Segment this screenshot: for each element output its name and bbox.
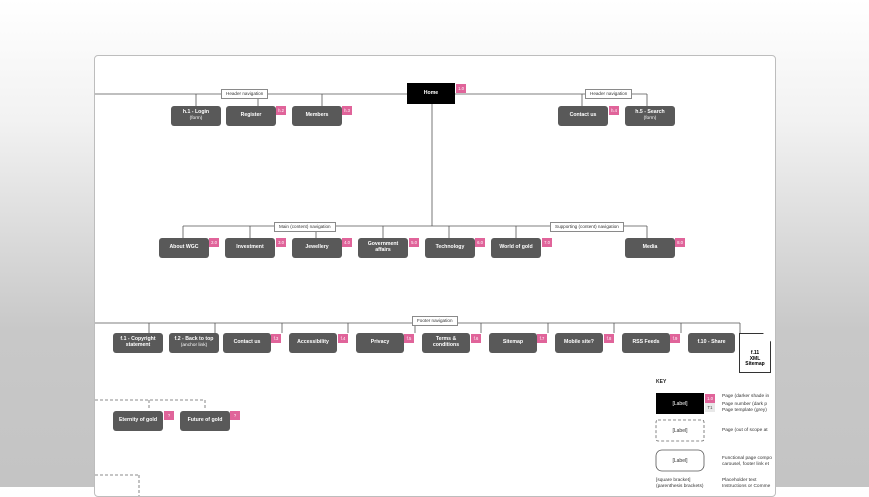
eternity-badge: ? — [164, 411, 174, 420]
node-title: World of gold — [499, 244, 533, 251]
node-title: Technology — [435, 244, 465, 251]
node-title: Contact us — [569, 112, 597, 119]
footer-node-copyright[interactable]: f.1 - Copyright statement — [113, 333, 163, 353]
supporting-nav-label: Supporting (content) navigation — [550, 222, 624, 232]
key-desc-line: Page template (grey) — [722, 407, 767, 413]
main-node-media[interactable]: Media — [625, 238, 675, 258]
node-title: RSS Feeds — [632, 339, 660, 346]
search-node[interactable]: h.5 - Search (form) — [625, 106, 675, 126]
node-title-line2: statement — [125, 342, 151, 348]
main-badge-government: 5.0 — [409, 238, 419, 247]
register-node[interactable]: Register — [226, 106, 276, 126]
footer-node-sitemap[interactable]: Sitemap — [489, 333, 537, 353]
footer-node-rss[interactable]: RSS Feeds — [622, 333, 670, 353]
main-node-investment[interactable]: Investment — [225, 238, 275, 258]
footer-node-back-to-top[interactable]: f.2 - Back to top (anchor link) — [169, 333, 219, 353]
future-of-gold-node[interactable]: Future of gold — [180, 411, 230, 431]
footer-badge-terms: f.6 — [471, 334, 481, 343]
main-node-technology[interactable]: Technology — [425, 238, 475, 258]
home-node[interactable]: Home — [407, 83, 455, 104]
node-title: Future of gold — [187, 417, 223, 424]
key-desc-page: Page (darker shade in Page number (dark … — [722, 394, 769, 414]
sitemap-line3: Sitemap — [745, 361, 765, 368]
footer-badge-privacy: f.5 — [404, 334, 414, 343]
node-title-line2: conditions — [432, 342, 460, 348]
header-nav-label-left: Header navigation — [221, 89, 269, 99]
node-title: Eternity of gold — [118, 417, 158, 424]
register-badge: h.2 — [276, 106, 286, 115]
header-nav-label-right: Header navigation — [585, 89, 633, 99]
node-subtitle: (form) — [189, 116, 203, 122]
home-label: Home — [423, 89, 439, 96]
footer-badge-rss: f.9 — [670, 334, 680, 343]
node-title: f.10 - Share — [697, 339, 726, 346]
main-badge-world-of-gold: 7.0 — [542, 238, 552, 247]
node-title: Privacy — [370, 339, 390, 346]
key-desc-out-of-scope: Page (out of scope at — [722, 428, 768, 434]
node-title: Accessibility — [297, 339, 329, 346]
key-desc-line: carousel, footer link et — [722, 461, 769, 467]
login-node[interactable]: h.1 - Login (form) — [171, 106, 221, 126]
main-badge-investment: 3.0 — [276, 238, 286, 247]
footer-node-share[interactable]: f.10 - Share — [688, 333, 735, 353]
footer-node-privacy[interactable]: Privacy — [356, 333, 404, 353]
key-sample-template-badge: T1 — [705, 403, 715, 412]
footer-badge-contact: f.3 — [271, 334, 281, 343]
home-badge: 1.0 — [456, 84, 466, 93]
footer-node-mobile[interactable]: Mobile site? — [555, 333, 603, 353]
members-node[interactable]: Members — [292, 106, 342, 126]
node-title: Register — [240, 112, 262, 119]
main-nav-label: Main (content) navigation — [274, 222, 336, 232]
node-title: Media — [642, 244, 658, 251]
node-title: About WGC — [169, 244, 199, 251]
footer-badge-sitemap: f.7 — [537, 334, 547, 343]
key-sample-page-badge: 1.0 — [705, 394, 715, 403]
node-title: Contact us — [233, 339, 261, 346]
key-sample-page: [Label] — [656, 393, 704, 414]
node-title: Mobile site? — [564, 339, 594, 346]
node-title: Jewellery — [305, 244, 329, 251]
main-node-government[interactable]: Government affairs — [358, 238, 408, 258]
node-subtitle: (anchor link) — [180, 343, 208, 349]
footer-badge-accessibility: f.4 — [338, 334, 348, 343]
eternity-of-gold-node[interactable]: Eternity of gold — [113, 411, 163, 431]
key-sample-label: [Label] — [672, 427, 688, 434]
header-contact-node[interactable]: Contact us — [558, 106, 608, 126]
key-sample-out-of-scope: [Label] — [656, 420, 704, 441]
key-desc-line: Page (darker shade in — [722, 394, 770, 399]
key-sample-label: [Label] — [672, 400, 688, 407]
footer-node-terms[interactable]: Terms & conditions — [422, 333, 470, 353]
node-title-line2: affairs — [375, 247, 391, 253]
key-sample-label: [Label] — [672, 457, 688, 464]
footer-badge-mobile: f.8 — [604, 334, 614, 343]
node-title: Investment — [236, 244, 264, 251]
key-desc-brackets: Placeholder text Instructions or Comme — [722, 478, 770, 490]
sitemap-canvas: Header navigation Header navigation Main… — [94, 55, 776, 497]
main-node-jewellery[interactable]: Jewellery — [292, 238, 342, 258]
node-title: Sitemap — [502, 339, 524, 346]
footer-node-contact[interactable]: Contact us — [223, 333, 271, 353]
main-badge-technology: 6.0 — [475, 238, 485, 247]
main-badge-jewellery: 4.0 — [342, 238, 352, 247]
node-subtitle: (form) — [643, 116, 657, 122]
main-badge-about: 2.0 — [209, 238, 219, 247]
key-desc-functional: Functional page compo carousel, footer l… — [722, 456, 772, 468]
key-title: KEY — [656, 379, 667, 385]
members-badge: h.3 — [342, 106, 352, 115]
footer-node-accessibility[interactable]: Accessibility — [289, 333, 337, 353]
main-node-world-of-gold[interactable]: World of gold — [491, 238, 541, 258]
xml-sitemap-document-icon[interactable]: f.11 XML Sitemap — [739, 333, 771, 373]
key-desc-line: Page (out of scope at — [722, 428, 768, 433]
main-node-about[interactable]: About WGC — [159, 238, 209, 258]
header-contact-badge: h.4 — [609, 106, 619, 115]
node-title: Members — [305, 112, 329, 119]
key-sample-brackets: [square bracket] (parenthesis brackets) — [656, 478, 703, 490]
footer-nav-label: Footer navigation — [412, 316, 458, 326]
future-badge: ? — [230, 411, 240, 420]
main-badge-media: 8.0 — [675, 238, 685, 247]
key-sample-functional: [Label] — [656, 450, 704, 471]
